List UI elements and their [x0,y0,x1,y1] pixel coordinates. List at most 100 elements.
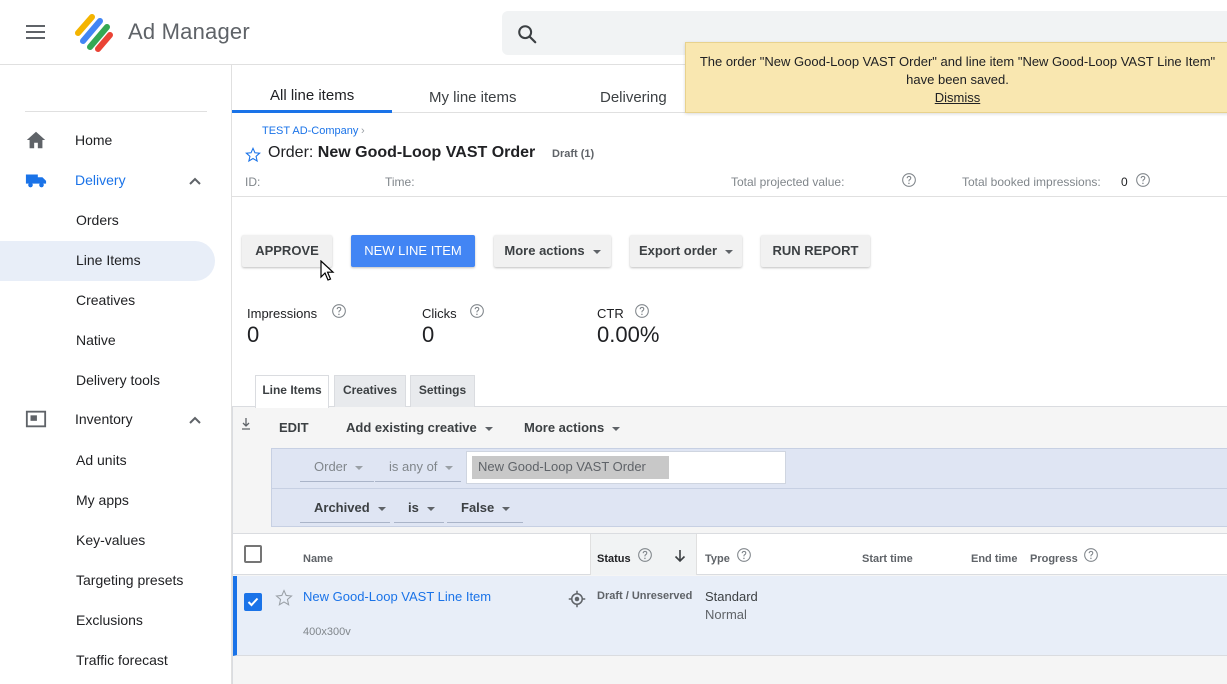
sidebar-item-native[interactable]: Native [0,321,215,361]
row-checkbox[interactable] [244,593,262,611]
sidebar-divider [25,111,207,112]
help-icon[interactable] [637,547,653,563]
tab-my-line-items[interactable]: My line items [429,89,517,106]
caret-down-icon [445,465,454,470]
add-existing-creative-label: Add existing creative [346,420,477,435]
tab-delivering[interactable]: Delivering [600,89,667,106]
column-header-start-time[interactable]: Start time [862,553,913,565]
help-icon[interactable] [736,547,752,563]
edit-button[interactable]: EDIT [279,420,309,435]
sidebar-item-delivery[interactable]: Delivery [0,161,215,201]
tab-all-line-items[interactable]: All line items [270,87,354,104]
run-report-button[interactable]: RUN REPORT [761,235,870,267]
more-actions-label: More actions [504,243,585,258]
breadcrumb-advertiser[interactable]: TEST AD-Company [262,125,358,137]
help-icon[interactable] [331,303,347,319]
filter-field-label: Order [314,459,348,474]
help-icon[interactable] [1083,547,1099,563]
sidebar-item-traffic-forecast[interactable]: Traffic forecast [0,641,215,681]
sidebar-item-label: Exclusions [76,612,143,628]
help-icon[interactable] [634,303,650,319]
table-more-actions-button[interactable]: More actions [524,420,621,435]
sidebar-item-my-apps[interactable]: My apps [0,481,215,521]
main-menu-icon[interactable] [26,24,46,40]
archived-value-dropdown[interactable]: False [447,500,523,523]
projected-value-label: Total projected value: [731,175,845,189]
caret-down-icon [355,465,364,470]
new-line-item-button[interactable]: NEW LINE ITEM [351,235,475,267]
help-icon[interactable] [901,172,917,188]
star-icon[interactable] [245,147,261,163]
sidebar-item-line-items[interactable]: Line Items [0,241,215,281]
sidebar-item-label: Targeting presets [76,572,184,588]
sidebar-item-label: Orders [76,212,119,228]
order-name: New Good-Loop VAST Order [317,144,536,161]
active-tab-indicator [232,110,392,113]
line-item-priority: Normal [705,607,747,622]
subtab-creatives[interactable]: Creatives [334,375,406,407]
sidebar-item-key-values[interactable]: Key-values [0,521,215,561]
sidebar-item-label: Delivery tools [76,372,161,388]
filter-chip[interactable]: New Good-Loop VAST Order [472,456,669,479]
sidebar: Home Delivery Orders Line Items Creative… [0,65,232,684]
order-time-label: Time: [385,175,415,189]
line-item-name-link[interactable]: New Good-Loop VAST Line Item [303,589,491,604]
filter-value-input[interactable]: New Good-Loop VAST Order [466,451,786,484]
sidebar-item-targeting-presets[interactable]: Targeting presets [0,561,215,601]
filter-field-dropdown[interactable]: Order [300,459,374,482]
sidebar-item-label: Line Items [76,252,141,268]
export-order-button[interactable]: Export order [630,235,742,267]
caret-down-icon [377,506,386,511]
sidebar-item-delivery-tools[interactable]: Delivery tools [0,361,215,401]
ctr-value: 0.00% [597,322,660,347]
breadcrumb-separator: › [361,125,365,137]
column-header-progress[interactable]: Progress [1030,553,1078,565]
export-order-label: Export order [638,243,717,258]
status-badge: Draft (1) [552,148,595,160]
sidebar-item-home[interactable]: Home [0,121,215,161]
help-icon[interactable] [1135,172,1151,188]
filter-operator-label: is [408,500,419,515]
search-icon[interactable] [516,23,538,45]
archived-operator-dropdown[interactable]: is [394,500,444,523]
subtab-line-items[interactable]: Line Items [255,375,329,408]
archived-filter-dropdown[interactable]: Archived [300,500,390,523]
column-header-status[interactable]: Status [597,553,631,565]
approve-button[interactable]: APPROVE [242,235,332,267]
mouse-cursor-icon [320,260,335,281]
subtab-settings[interactable]: Settings [410,375,475,407]
column-header-end-time[interactable]: End time [971,553,1017,565]
column-header-type[interactable]: Type [705,553,730,565]
sort-descending-icon[interactable] [673,549,687,563]
sidebar-item-creatives[interactable]: Creatives [0,281,215,321]
collapse-icon[interactable] [241,418,251,430]
sidebar-item-inventory[interactable]: Inventory [0,400,215,440]
more-actions-button[interactable]: More actions [494,235,611,267]
targeting-icon[interactable] [568,590,586,608]
sidebar-item-label: Ad units [76,452,127,468]
help-icon[interactable] [469,303,485,319]
order-title: Order: New Good-Loop VAST Order [268,144,535,162]
caret-down-icon [592,249,601,254]
sidebar-item-ad-units[interactable]: Ad units [0,441,215,481]
star-icon[interactable] [275,589,293,607]
column-header-name[interactable]: Name [303,553,333,565]
sidebar-item-orders[interactable]: Orders [0,201,215,241]
sidebar-item-label: Native [76,332,116,348]
dropdown-underline [394,522,444,523]
dismiss-link[interactable]: Dismiss [935,89,981,107]
line-item-size: 400x300v [303,626,351,638]
filter-value-label: False [461,500,495,515]
caret-down-icon [725,249,733,254]
sidebar-item-exclusions[interactable]: Exclusions [0,601,215,641]
select-all-checkbox[interactable] [244,545,262,563]
chevron-up-icon[interactable] [187,173,203,189]
add-existing-creative-button[interactable]: Add existing creative [346,420,493,435]
filter-field-label: Archived [314,500,370,515]
chevron-up-icon[interactable] [187,412,203,428]
sidebar-item-label: Home [75,132,113,148]
impressions-value: 0 [247,322,260,347]
dropdown-underline [375,481,461,482]
dropdown-underline [447,522,523,523]
filter-operator-dropdown[interactable]: is any of [375,459,461,482]
